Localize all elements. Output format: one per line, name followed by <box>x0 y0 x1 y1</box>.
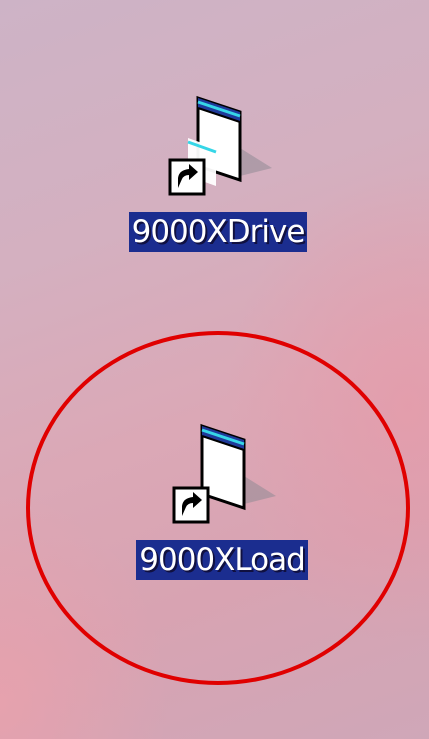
application-window-icon <box>162 418 282 536</box>
shortcut-arrow-icon <box>168 158 206 196</box>
shortcut-label[interactable]: 9000XLoad <box>136 540 308 580</box>
shortcut-arrow-icon <box>172 486 210 524</box>
shortcut-9000xdrive[interactable]: 9000XDrive <box>88 90 348 252</box>
desktop-background: 9000XDrive 9000XLoad <box>0 0 429 739</box>
application-window-icon <box>158 90 278 208</box>
shortcut-label[interactable]: 9000XDrive <box>128 212 308 252</box>
shortcut-9000xload[interactable]: 9000XLoad <box>92 418 352 580</box>
